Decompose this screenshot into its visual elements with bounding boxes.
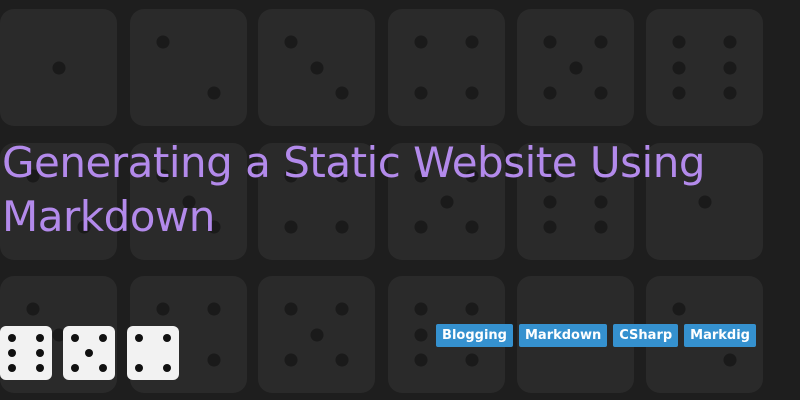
dice-logo [0,326,190,380]
background-die-icon [517,9,634,126]
tag-blogging[interactable]: Blogging [436,324,513,347]
die-icon [0,326,52,380]
background-die-icon [646,9,763,126]
background-die-icon [258,276,375,393]
tag-list: Blogging Markdown CSharp Markdig [436,324,756,347]
tag-csharp[interactable]: CSharp [613,324,679,347]
tag-markdown[interactable]: Markdown [518,324,608,347]
tag-markdig[interactable]: Markdig [684,324,756,347]
background-die-icon [388,9,505,126]
die-icon [63,326,115,380]
die-icon [127,326,179,380]
page-title: Generating a Static Website Using Markdo… [2,138,706,241]
background-die-icon [130,9,247,126]
background-die-icon [258,9,375,126]
background-die-icon [0,9,117,126]
